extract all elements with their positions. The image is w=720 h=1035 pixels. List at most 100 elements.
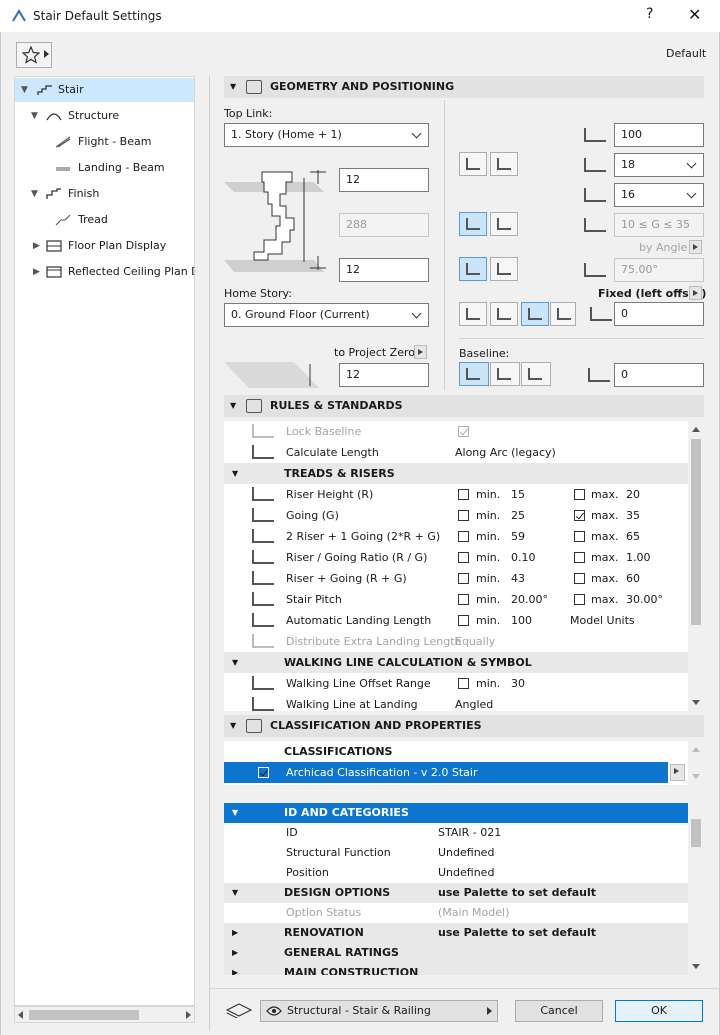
main-construction-header[interactable]: ▶ MAIN CONSTRUCTION	[224, 963, 688, 975]
auto-landing-row[interactable]: Automatic Landing Length min. 100 Model …	[224, 610, 688, 631]
max-checkbox[interactable]	[574, 573, 585, 584]
rule-row-pitch[interactable]: Stair Pitch min. 20.00° max. 30.00°	[224, 589, 688, 610]
distribute-row[interactable]: Distribute Extra Landing Length Equally	[224, 631, 688, 652]
min-checkbox[interactable]	[458, 573, 469, 584]
classification-checkbox[interactable]	[258, 767, 269, 778]
expand-icon[interactable]: ▶	[232, 963, 238, 975]
treads-risers-header[interactable]: ▼ TREADS & RISERS	[224, 463, 688, 484]
rule-row-r-plus-g[interactable]: Riser + Going (R + G) min. 43 max. 60	[224, 568, 688, 589]
rules-section-header[interactable]: ▼ RULES & STANDARDS	[224, 395, 704, 417]
property-row[interactable]: Structural Function Undefined	[224, 843, 688, 863]
collapse-icon[interactable]: ▼	[230, 401, 236, 410]
flight-type-button[interactable]	[459, 152, 487, 176]
walking-line-header[interactable]: ▼ WALKING LINE CALCULATION & SYMBOL	[224, 652, 688, 673]
collapse-icon[interactable]: ▼	[232, 652, 238, 673]
scroll-down-icon[interactable]	[692, 700, 700, 705]
max-checkbox[interactable]	[574, 594, 585, 605]
min-checkbox[interactable]	[458, 510, 469, 521]
cancel-button[interactable]: Cancel	[515, 1000, 603, 1022]
walkline-right-button[interactable]	[521, 302, 549, 326]
option-status-row[interactable]: Option Status (Main Model)	[224, 903, 688, 923]
baseline-left-button[interactable]	[459, 362, 489, 386]
calc-length-row[interactable]: Calculate Length Along Arc (legacy)	[224, 442, 688, 463]
max-checkbox[interactable]	[574, 489, 585, 500]
top-offset-field[interactable]: 12	[339, 168, 429, 192]
collapse-icon[interactable]: ▼	[232, 883, 238, 903]
scroll-up-icon[interactable]	[692, 747, 700, 752]
by-angle-menu-button[interactable]	[689, 240, 702, 254]
property-row[interactable]: Position Undefined	[224, 863, 688, 883]
classification-section-header[interactable]: ▼ CLASSIFICATION AND PROPERTIES	[224, 715, 704, 737]
scroll-down-icon[interactable]	[692, 774, 700, 779]
classification-menu-button[interactable]	[670, 764, 685, 781]
scroll-down-icon[interactable]	[692, 964, 700, 969]
walking-landing-row[interactable]: Walking Line at Landing Angled	[224, 694, 688, 711]
expand-icon[interactable]: ▶	[232, 943, 238, 963]
project-zero-field[interactable]: 12	[339, 363, 429, 387]
lock-baseline-checkbox[interactable]	[458, 426, 469, 437]
tree-item-ceiling-plan[interactable]: ▶ Reflected Ceiling Plan Di	[15, 260, 194, 284]
chevron-down-icon[interactable]: ▼	[31, 182, 38, 206]
home-story-dropdown[interactable]: 0. Ground Floor (Current)	[224, 303, 429, 327]
going-button[interactable]	[459, 257, 487, 281]
chevron-right-icon[interactable]: ▶	[33, 260, 40, 284]
baseline-right-button[interactable]	[521, 362, 551, 386]
walking-offset-row[interactable]: Walking Line Offset Range min. 30	[224, 673, 688, 694]
tree-item-stair[interactable]: ▼ Stair	[15, 78, 194, 102]
chevron-down-icon[interactable]: ▼	[31, 104, 38, 128]
property-row[interactable]: ID STAIR - 021	[224, 823, 688, 843]
properties-scrollbar[interactable]	[689, 803, 703, 975]
rule-row-2r-plus-g[interactable]: 2 Riser + 1 Going (2*R + G) min. 59 max.…	[224, 526, 688, 547]
tree-item-flight-beam[interactable]: Flight - Beam	[15, 130, 194, 154]
min-checkbox[interactable]	[458, 615, 469, 626]
tread-count-field[interactable]: 16	[614, 183, 704, 207]
favorites-button[interactable]	[16, 42, 52, 68]
rules-scrollbar[interactable]	[689, 421, 703, 711]
id-categories-header[interactable]: ▼ ID AND CATEGORIES	[224, 803, 688, 823]
classification-scrollbar[interactable]	[689, 741, 703, 785]
tree-item-landing-beam[interactable]: Landing - Beam	[15, 156, 194, 180]
general-ratings-header[interactable]: ▶ GENERAL RATINGS	[224, 943, 688, 963]
min-checkbox[interactable]	[458, 552, 469, 563]
scroll-left-icon[interactable]	[18, 1011, 23, 1019]
expand-icon[interactable]: ▶	[232, 923, 238, 943]
chevron-right-icon[interactable]: ▶	[33, 234, 40, 258]
max-checkbox[interactable]	[574, 552, 585, 563]
tree-item-tread[interactable]: Tread	[15, 208, 194, 232]
renovation-header[interactable]: ▶ RENOVATION use Palette to set default	[224, 923, 688, 943]
tree-item-finish[interactable]: ▼ Finish	[15, 182, 194, 206]
ok-button[interactable]: OK	[615, 1000, 703, 1022]
fixed-offset-menu-button[interactable]	[689, 286, 702, 300]
chevron-down-icon[interactable]: ▼	[21, 78, 28, 102]
rule-row-going[interactable]: Going (G) min. 25 max. 35	[224, 505, 688, 526]
close-button[interactable]: ✕	[688, 5, 701, 24]
help-button[interactable]: ?	[646, 6, 653, 22]
tree-item-floor-plan[interactable]: ▶ Floor Plan Display	[15, 234, 194, 258]
project-zero-menu-button[interactable]	[414, 345, 427, 359]
collapse-icon[interactable]: ▼	[232, 803, 238, 823]
stair-width-field[interactable]: 100	[614, 123, 704, 147]
top-link-dropdown[interactable]: 1. Story (Home + 1)	[224, 123, 429, 147]
classification-item[interactable]: Archicad Classification - v 2.0 Stair	[224, 762, 668, 783]
tree-item-structure[interactable]: ▼ Structure	[15, 104, 194, 128]
min-checkbox[interactable]	[458, 531, 469, 542]
walkline-menu-button[interactable]	[550, 302, 576, 326]
collapse-icon[interactable]: ▼	[230, 82, 236, 91]
max-checkbox[interactable]	[574, 510, 585, 521]
rule-row-riser-height[interactable]: Riser Height (R) min. 15 max. 20	[224, 484, 688, 505]
geometry-section-header[interactable]: ▼ GEOMETRY AND POSITIONING	[224, 76, 704, 98]
max-checkbox[interactable]	[574, 531, 585, 542]
scroll-up-icon[interactable]	[692, 427, 700, 432]
tree-horizontal-scrollbar[interactable]	[14, 1006, 195, 1023]
tread-depth-button[interactable]	[459, 212, 487, 236]
min-checkbox[interactable]	[458, 489, 469, 500]
design-options-header[interactable]: ▼ DESIGN OPTIONS use Palette to set defa…	[224, 883, 688, 903]
scroll-right-icon[interactable]	[186, 1011, 191, 1019]
lock-baseline-row[interactable]: Lock Baseline	[224, 421, 688, 442]
baseline-center-button[interactable]	[490, 362, 520, 386]
riser-count-field[interactable]: 18	[614, 153, 704, 177]
min-checkbox[interactable]	[458, 594, 469, 605]
collapse-icon[interactable]: ▼	[230, 721, 236, 730]
scroll-thumb[interactable]	[691, 439, 701, 625]
rule-row-ratio[interactable]: Riser / Going Ratio (R / G) min. 0.10 ma…	[224, 547, 688, 568]
